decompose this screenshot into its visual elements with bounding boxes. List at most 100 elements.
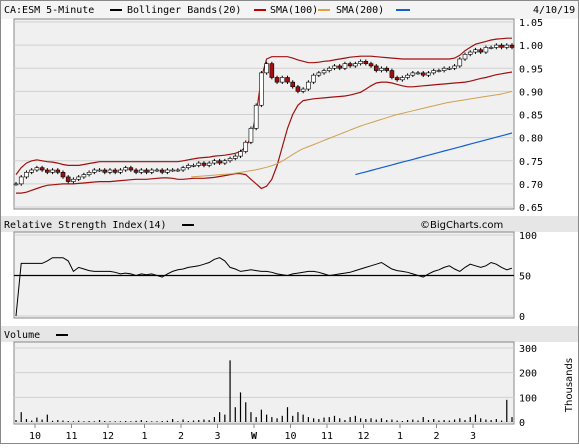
candle-body bbox=[243, 141, 249, 152]
candle-body bbox=[170, 169, 175, 172]
candle-body bbox=[379, 67, 384, 71]
x-tick-label: 12 bbox=[357, 431, 369, 442]
candle-body bbox=[353, 63, 358, 67]
candle-body bbox=[118, 169, 123, 173]
x-tick-label: 10 bbox=[29, 431, 41, 442]
candle-body bbox=[478, 49, 483, 53]
candle-body bbox=[112, 169, 118, 173]
candle-body bbox=[311, 74, 316, 83]
candle-body bbox=[452, 65, 457, 69]
rsi-title: Relative Strength Index(14) bbox=[4, 220, 167, 231]
rsi-tick-label: 0 bbox=[519, 312, 525, 323]
candle-body bbox=[133, 169, 139, 173]
price-tick-label: 1.05 bbox=[519, 18, 543, 29]
candle-body bbox=[81, 174, 87, 178]
volume-tick-label: 0 bbox=[519, 418, 525, 429]
candle-body bbox=[185, 165, 191, 168]
volume-title: Volume bbox=[4, 330, 40, 341]
candle-body bbox=[253, 104, 259, 129]
candle-body bbox=[326, 67, 332, 71]
candle-body bbox=[420, 72, 426, 76]
candle-body bbox=[34, 167, 40, 171]
candle-body bbox=[405, 74, 410, 78]
legend-label-bollinger: Bollinger Bands(20) bbox=[127, 5, 241, 16]
x-tick-label: 11 bbox=[321, 431, 333, 442]
candle-body bbox=[55, 169, 61, 173]
candle-body bbox=[264, 63, 269, 74]
candle-body bbox=[227, 158, 233, 162]
chart-date: 4/10/19 bbox=[533, 5, 575, 16]
candle-body bbox=[285, 77, 290, 83]
candle-body bbox=[494, 44, 499, 48]
candle-body bbox=[71, 178, 76, 182]
candle-body bbox=[222, 160, 228, 164]
candle-body bbox=[483, 47, 489, 53]
candle-body bbox=[321, 70, 327, 74]
x-tick-label: 1 bbox=[397, 431, 403, 442]
candle-body bbox=[248, 128, 254, 143]
volume-unit-label: Thousands bbox=[564, 358, 575, 413]
candle-body bbox=[332, 65, 337, 69]
x-tick-label: 2 bbox=[178, 431, 184, 442]
price-tick-label: 0.85 bbox=[519, 111, 543, 122]
candle-body bbox=[290, 81, 296, 88]
candle-body bbox=[123, 167, 128, 171]
price-tick-label: 0.80 bbox=[519, 134, 543, 145]
candle-body bbox=[159, 169, 165, 173]
candle-body bbox=[274, 77, 280, 83]
candle-body bbox=[29, 169, 34, 173]
candle-body bbox=[300, 88, 306, 92]
rsi-tick-label: 100 bbox=[519, 231, 537, 242]
candle-body bbox=[462, 54, 468, 60]
x-tick-label: 12 bbox=[102, 431, 114, 442]
candle-body bbox=[102, 169, 108, 173]
candle-body bbox=[65, 176, 71, 182]
price-tick-label: 0.65 bbox=[519, 203, 543, 214]
price-y-axis: 0.65 0.70 0.75 0.80 0.85 0.90 0.95 1.00 1.05 bbox=[519, 18, 543, 214]
x-tick-label: 2 bbox=[433, 431, 439, 442]
candle-body bbox=[426, 72, 431, 76]
candle-body bbox=[394, 77, 400, 81]
price-tick-label: 0.90 bbox=[519, 87, 543, 98]
candle-body bbox=[431, 70, 436, 74]
candle-body bbox=[269, 63, 275, 78]
candle-body bbox=[347, 63, 353, 67]
x-tick-label: 1 bbox=[141, 431, 147, 442]
candle-body bbox=[206, 162, 212, 166]
candle-body bbox=[295, 86, 301, 92]
candle-body bbox=[128, 167, 134, 171]
candle-body bbox=[97, 169, 102, 172]
candle-body bbox=[415, 72, 421, 75]
price-tick-label: 0.70 bbox=[519, 180, 543, 191]
candle-body bbox=[13, 183, 19, 186]
x-tick-label: 3 bbox=[214, 431, 220, 442]
candle-body bbox=[139, 169, 144, 173]
candle-body bbox=[144, 169, 149, 173]
candle-body bbox=[473, 49, 478, 53]
candle-body bbox=[504, 44, 510, 48]
candle-body bbox=[410, 72, 416, 76]
stock-chart: CA:ESM 5-Minute Bollinger Bands(20) SMA(… bbox=[0, 0, 579, 444]
candle-body bbox=[488, 47, 494, 49]
volume-panel bbox=[13, 341, 515, 425]
candle-body bbox=[499, 44, 504, 48]
x-tick-label: W bbox=[251, 431, 258, 442]
price-tick-label: 0.95 bbox=[519, 64, 543, 75]
candle-body bbox=[238, 151, 243, 157]
x-tick-label: 11 bbox=[65, 431, 77, 442]
candle-body bbox=[259, 72, 264, 106]
candle-body bbox=[279, 77, 285, 83]
candle-body bbox=[436, 70, 442, 72]
candle-body bbox=[337, 65, 343, 69]
candle-body bbox=[45, 169, 50, 173]
candle-body bbox=[441, 67, 447, 71]
legend-label-sma100: SMA(100) bbox=[270, 5, 318, 16]
candle-body bbox=[400, 77, 405, 81]
candle-body bbox=[342, 63, 348, 69]
candle-body bbox=[60, 172, 66, 178]
candle-body bbox=[191, 165, 196, 167]
candle-body bbox=[201, 162, 207, 166]
x-tick-label: 10 bbox=[284, 431, 296, 442]
legend-item-bollinger: Bollinger Bands(20) bbox=[110, 5, 241, 16]
symbol-title: CA:ESM 5-Minute bbox=[4, 5, 94, 16]
